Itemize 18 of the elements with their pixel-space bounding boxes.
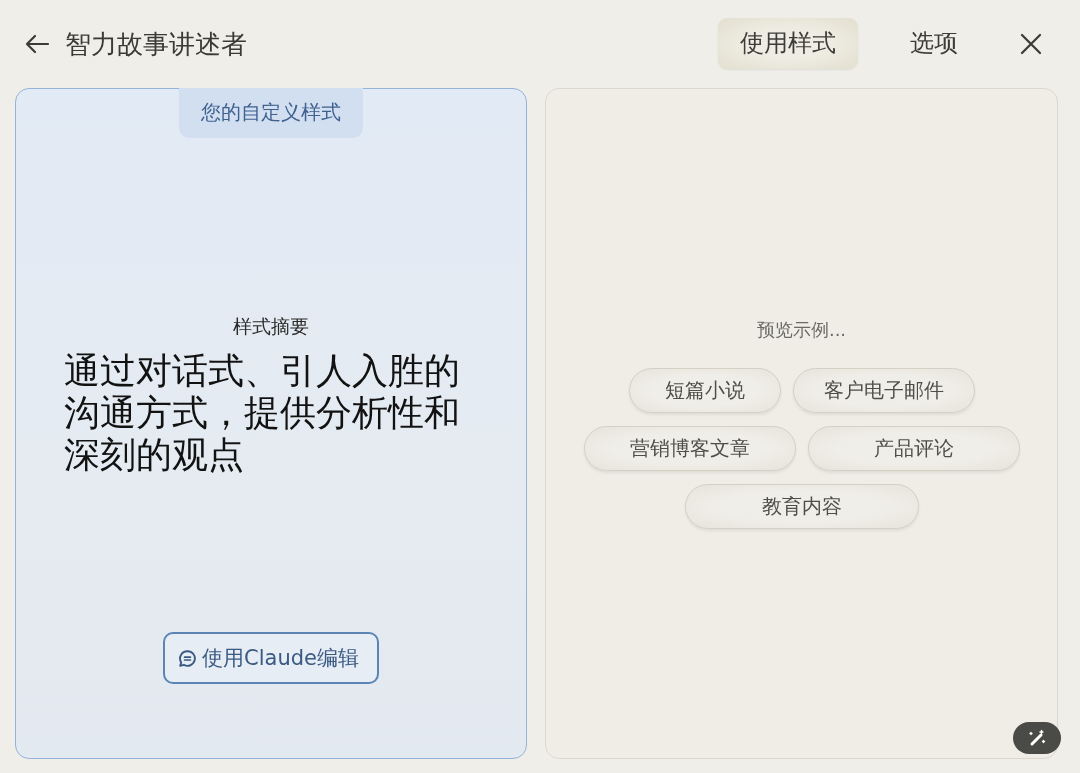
edit-button[interactable]: 使用Claude编辑	[163, 632, 379, 684]
summary-label: 样式摘要	[233, 314, 309, 339]
example-chip[interactable]: 产品评论	[807, 426, 1020, 471]
example-chip[interactable]: 教育内容	[684, 484, 919, 529]
style-summary: 通过对话式、引人入胜的沟通方式，提供分析性和深刻的观点	[64, 350, 461, 476]
style-badge: 您的自定义样式	[179, 88, 363, 138]
example-chip[interactable]: 客户电子邮件	[792, 368, 975, 413]
example-chip[interactable]: 短篇小说	[628, 368, 781, 413]
chat-bubble-icon	[179, 649, 197, 667]
back-arrow-icon[interactable]	[24, 33, 50, 55]
magic-wand-icon	[1028, 729, 1046, 747]
example-chip[interactable]: 营销博客文章	[583, 426, 796, 471]
preview-prompt: 预览示例...	[756, 318, 847, 342]
tab[interactable]: 使用样式	[718, 17, 858, 69]
magic-wand-button[interactable]	[1013, 722, 1061, 754]
page-title: 智力故事讲述者	[65, 27, 247, 61]
close-icon[interactable]	[1020, 33, 1042, 55]
tab[interactable]: 选项	[888, 17, 980, 69]
